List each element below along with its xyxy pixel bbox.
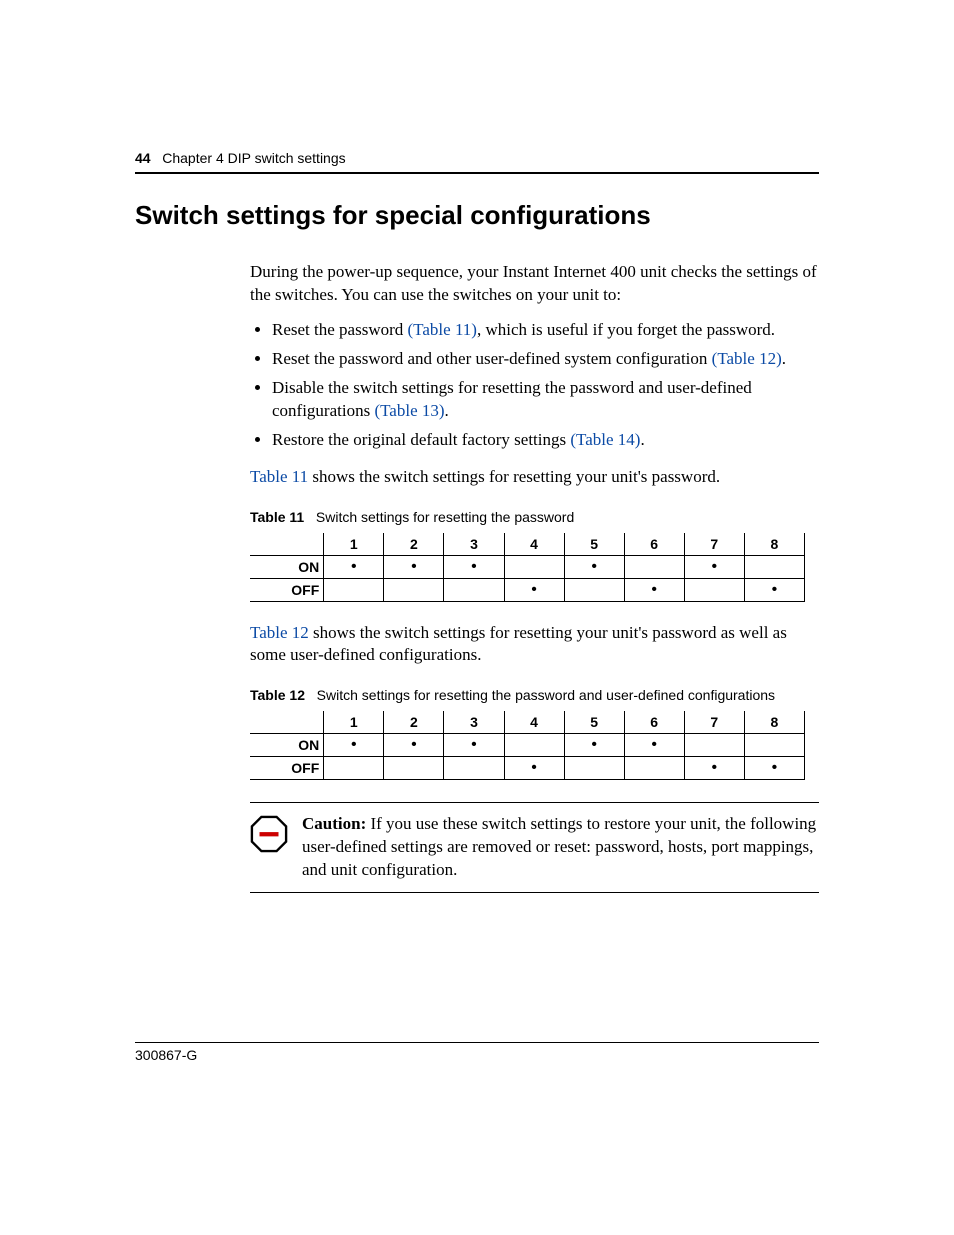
table-row: ON • • • • • [250, 734, 805, 757]
page-header: 44 Chapter 4 DIP switch settings [135, 150, 819, 174]
table12-lead-paragraph: Table 12 shows the switch settings for r… [250, 622, 819, 668]
table-row: OFF • • • [250, 578, 805, 601]
page-footer: 300867-G [135, 1042, 819, 1063]
table12-caption: Table 12 Switch settings for resetting t… [250, 687, 819, 703]
section-heading: Switch settings for special configuratio… [135, 200, 819, 231]
bullet-item: Reset the password and other user-define… [272, 348, 819, 371]
document-id: 300867-G [135, 1047, 197, 1063]
table12-section: Table 12 Switch settings for resetting t… [250, 687, 819, 893]
table-row: 1 2 3 4 5 6 7 8 [250, 711, 805, 734]
bullet-item: Disable the switch settings for resettin… [272, 377, 819, 423]
table-12-ref-link[interactable]: Table 12 [250, 623, 309, 642]
page: 44 Chapter 4 DIP switch settings Switch … [0, 0, 954, 1235]
caution-text: Caution: If you use these switch setting… [302, 813, 819, 882]
table-14-link[interactable]: (Table 14) [570, 430, 640, 449]
table11: 1 2 3 4 5 6 7 8 ON • • • • • OFF [250, 533, 805, 602]
table-row: 1 2 3 4 5 6 7 8 [250, 533, 805, 556]
page-number: 44 [135, 150, 151, 166]
table-row: OFF • • • [250, 757, 805, 780]
table-row: ON • • • • • [250, 555, 805, 578]
table-11-ref-link[interactable]: Table 11 [250, 467, 308, 486]
table12: 1 2 3 4 5 6 7 8 ON • • • • • OFF [250, 711, 805, 780]
bullet-list: Reset the password (Table 11), which is … [250, 319, 819, 452]
table11-caption: Table 11 Switch settings for resetting t… [250, 509, 819, 525]
chapter-label: Chapter 4 DIP switch settings [162, 150, 345, 166]
content-body: During the power-up sequence, your Insta… [250, 261, 819, 667]
bullet-item: Restore the original default factory set… [272, 429, 819, 452]
table-13-link[interactable]: (Table 13) [374, 401, 444, 420]
table-12-link[interactable]: (Table 12) [712, 349, 782, 368]
bullet-item: Reset the password (Table 11), which is … [272, 319, 819, 342]
caution-note: Caution: If you use these switch setting… [250, 802, 819, 893]
intro-paragraph: During the power-up sequence, your Insta… [250, 261, 819, 307]
caution-icon [250, 815, 294, 858]
table11-lead-paragraph: Table 11 shows the switch settings for r… [250, 466, 819, 489]
table-11-link[interactable]: (Table 11) [408, 320, 477, 339]
